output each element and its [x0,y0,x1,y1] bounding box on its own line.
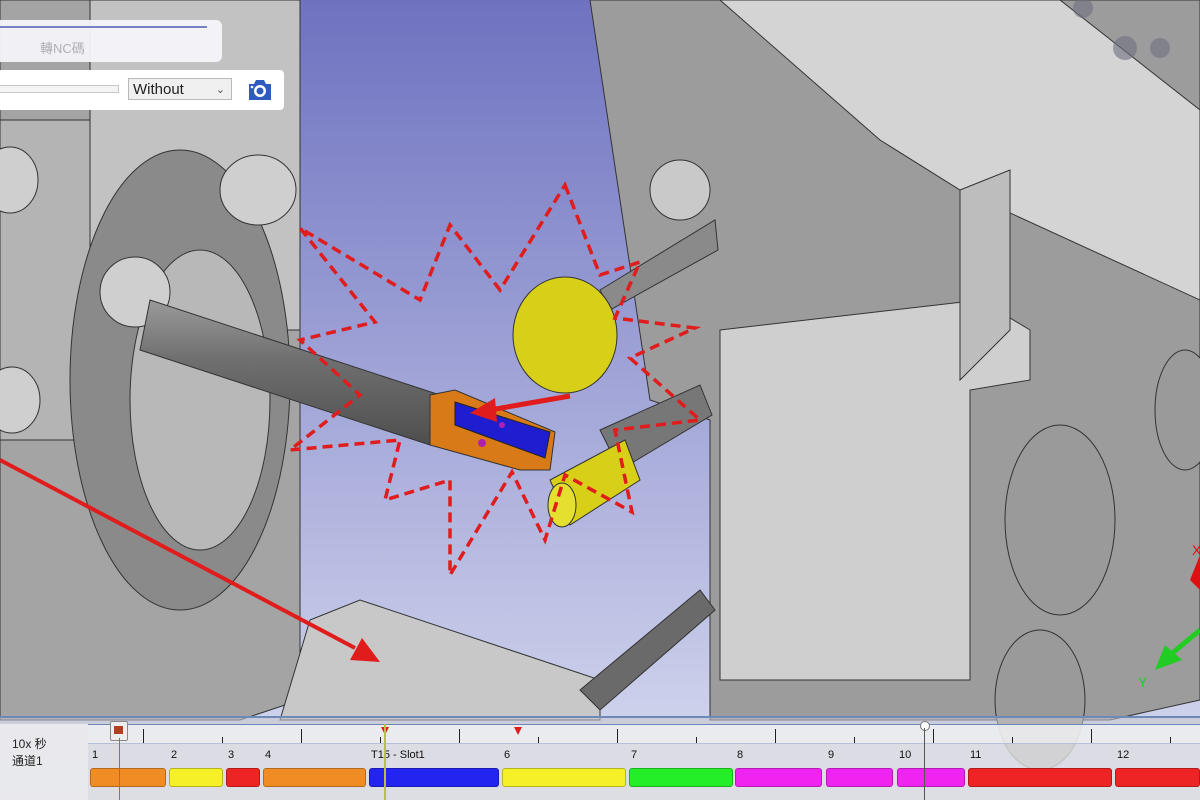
ruler-tick [617,729,618,743]
segment-label: 9 [828,749,835,761]
convert-nc-button[interactable]: 轉NC碼 [40,38,85,57]
operation-segment[interactable] [897,768,965,787]
segment-label: 6 [504,749,511,761]
camera-icon[interactable] [246,76,274,104]
ruler-tick [775,729,776,743]
timeline-info: 10x 秒 通道1 [0,724,88,800]
channel-label: 通道1 [12,754,43,768]
chevron-down-icon: ⌄ [215,84,225,96]
axis-label-y: Y [1138,674,1148,690]
operation-segment[interactable] [169,768,223,787]
start-line [119,738,120,800]
operation-segment[interactable] [826,768,893,787]
speed-slider[interactable] [0,85,119,93]
display-mode-select[interactable]: Without ⌄ [128,78,232,100]
segment-label: 8 [737,749,744,761]
channel-track[interactable]: 1 2 3 4 T15 - Slot1 6 7 8 9 10 11 12 [88,743,1200,800]
progress-bar [0,26,207,28]
segment-label: 2 [171,749,178,761]
ruler-tick [143,729,144,743]
operation-segment[interactable] [369,768,499,787]
operation-segment[interactable] [1115,768,1200,787]
segment-label: 7 [631,749,638,761]
operation-segment[interactable] [629,768,733,787]
segment-label: 3 [228,749,235,761]
time-ruler[interactable] [88,721,1200,744]
speed-label: 10x 秒 [12,737,47,751]
operation-segment[interactable] [735,768,822,787]
display-mode-value: Without [133,81,184,98]
segment-label: 4 [265,749,272,761]
playhead-handle[interactable] [920,721,930,731]
pan-view-icon[interactable] [1113,36,1137,60]
ruler-tick [301,729,302,743]
display-toolbar: Without ⌄ [0,70,284,110]
segment-label: 12 [1117,749,1130,761]
breakpoint-marker[interactable] [514,727,522,735]
zoom-view-icon[interactable] [1150,38,1170,58]
operation-segment[interactable] [968,768,1112,787]
operation-segment[interactable] [263,768,366,787]
axis-label-x: X [1192,542,1200,558]
playhead-line[interactable] [924,728,925,800]
ruler-tick [459,729,460,743]
3d-viewport[interactable]: Y X [0,0,1200,800]
segment-label: T15 - Slot1 [371,749,425,761]
operation-segment[interactable] [502,768,626,787]
nc-panel: 轉NC碼 [0,20,222,62]
ruler-tick [1091,729,1092,743]
segment-label: 1 [92,749,99,761]
operation-segment[interactable] [90,768,166,787]
current-time-line[interactable] [384,724,386,800]
segment-label: 10 [899,749,912,761]
segment-label: 11 [970,749,982,761]
ruler-tick [933,729,934,743]
operation-segment[interactable] [226,768,260,787]
timeline[interactable]: 10x 秒 通道1 1 2 3 4 T15 - Slot1 6 7 8 9 10 11 12 [0,716,1200,800]
